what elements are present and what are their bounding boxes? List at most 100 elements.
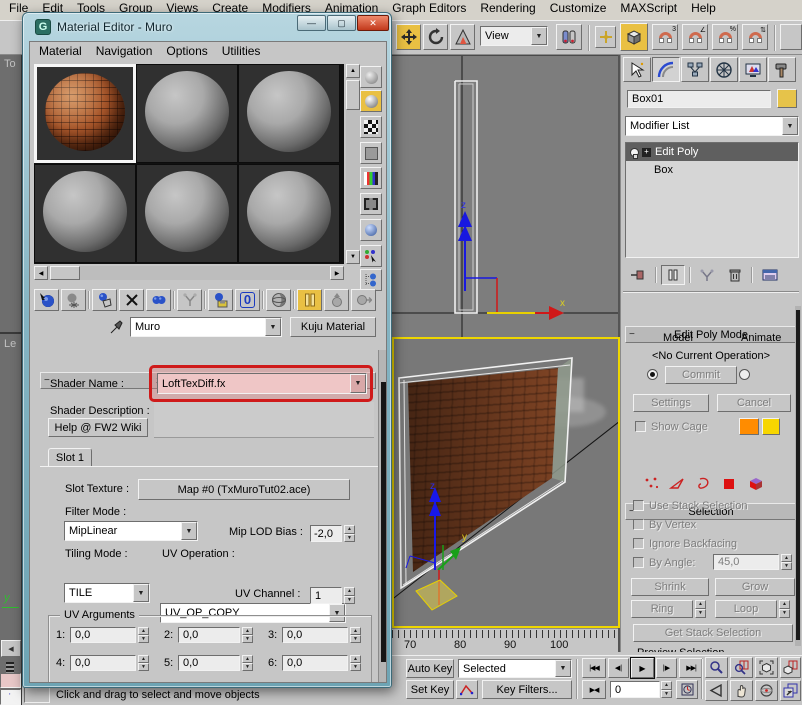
shader-name-dropdown[interactable]: LoftTexDiff.fx ▼ [157,373,367,394]
expand-plus-icon[interactable]: + [642,148,651,157]
commit-button[interactable]: Commit [665,366,737,384]
uv-arg-3-field[interactable]: 0,0 [282,627,348,643]
reset-map-button[interactable] [119,289,144,311]
sample-slot-muro[interactable] [34,64,136,163]
mip-lod-bias-field[interactable]: -2,0 [310,525,342,542]
show-end-result-button[interactable] [297,289,322,311]
timeline-ruler[interactable]: 70 80 90 100 [392,628,618,655]
uv-arg-1-field[interactable]: 0,0 [70,627,136,643]
zoom-button[interactable] [705,657,728,678]
background-button[interactable] [360,116,382,138]
sample-slot-3[interactable] [238,64,340,163]
menu-maxscript[interactable]: MAXScript [613,0,684,16]
loop-button[interactable]: Loop [715,600,777,618]
scroll-right-icon[interactable]: ▶ [330,266,344,280]
tab-modify[interactable] [652,57,680,82]
tiling-mode-dropdown[interactable]: TILE ▼ [64,583,150,603]
previous-frame-button[interactable]: ◀| [608,658,629,678]
radio-animate[interactable] [739,369,750,380]
modifier-list-dropdown[interactable]: Modifier List ▼ [625,116,799,136]
uv-arg-1-spinner[interactable]: ▲▼ [138,627,149,643]
polygon-subobject-icon[interactable] [721,476,738,491]
radio-model[interactable] [647,369,658,380]
material-type-button[interactable]: Kuju Material [290,317,376,337]
me-menu-utilities[interactable]: Utilities [215,43,268,61]
next-frame-button[interactable]: |▶ [656,658,677,678]
maxscript-mini-listener-white[interactable]: ' [0,689,21,705]
frame-spinner[interactable]: ▲▼ [661,681,672,698]
snaps-toggle-button[interactable] [620,23,648,51]
select-and-scale-button[interactable] [450,24,475,50]
min-max-toggle-button[interactable] [780,680,801,701]
use-pivot-point-center-button[interactable] [556,24,582,50]
chevron-down-icon[interactable]: ▼ [782,117,798,135]
me-menu-material[interactable]: Material [32,43,89,61]
by-angle-checkbox[interactable] [633,557,644,568]
use-stack-selection-checkbox[interactable] [633,500,644,511]
go-to-end-button[interactable]: ▶▶| [679,658,703,678]
command-panel-scrollbar[interactable] [795,306,801,646]
spinner-snap-button[interactable]: ⇅ [742,24,768,50]
menu-customize[interactable]: Customize [543,0,614,16]
zoom-extents-button[interactable] [755,657,778,678]
snap-toggle-3d-button[interactable]: 3 [652,24,678,50]
get-material-button[interactable] [34,289,59,311]
sample-slot-4[interactable] [34,164,136,263]
tab-hierarchy[interactable] [681,57,709,82]
play-button[interactable]: ▶ [631,658,654,678]
tab-create[interactable] [623,57,651,82]
spin-up-icon[interactable]: ▲ [661,681,672,690]
menu-graph-editors[interactable]: Graph Editors [385,0,473,16]
tab-display[interactable] [739,57,767,82]
backlight-button[interactable] [360,90,382,112]
maximize-button[interactable]: ▢ [327,15,356,31]
go-to-start-button[interactable]: |◀◀ [582,658,606,678]
uv-arg-6-spinner[interactable]: ▲▼ [350,655,361,671]
chevron-down-icon[interactable]: ▼ [265,318,281,336]
border-subobject-icon[interactable] [695,476,712,491]
chevron-down-icon[interactable]: ▼ [181,522,197,540]
uv-arg-3-spinner[interactable]: ▲▼ [350,627,361,643]
uv-arg-4-spinner[interactable]: ▲▼ [138,655,149,671]
set-key-button[interactable]: Set Key [406,680,454,699]
me-menu-navigation[interactable]: Navigation [89,43,160,61]
object-color-swatch[interactable] [777,89,797,108]
collapse-icon[interactable]: − [629,329,635,340]
sample-uv-tiling-button[interactable] [360,142,382,164]
slots-vscrollbar[interactable]: ▲ ▼ [346,64,360,264]
ignore-backfacing-checkbox[interactable] [633,538,644,549]
minimize-button[interactable]: — [297,15,326,31]
time-configuration-button[interactable] [676,680,698,699]
chevron-down-icon[interactable]: ▼ [531,27,547,45]
show-map-in-viewport-button[interactable] [266,289,291,311]
sample-slot-6[interactable] [238,164,340,263]
collapse-icon[interactable]: − [44,375,50,386]
uv-arg-5-field[interactable]: 0,0 [178,655,240,671]
scroll-left-icon[interactable]: ◀ [34,266,48,280]
cage-color-swatch[interactable] [739,418,759,435]
me-scrollbar-thumb[interactable] [381,382,386,662]
by-angle-field[interactable]: 45,0 [713,554,779,570]
stack-row-edit-poly[interactable]: + Edit Poly [626,143,798,161]
options-button[interactable] [360,219,382,241]
material-id-channel-button[interactable]: 0 [235,289,260,311]
make-preview-button[interactable] [360,193,382,215]
uv-channel-field[interactable]: 1 [310,587,342,604]
vertex-subobject-icon[interactable] [643,476,660,491]
maxscript-mini-listener-pink[interactable] [0,673,21,688]
transform-gizmo[interactable]: z y [394,339,618,626]
tab-motion[interactable] [710,57,738,82]
spin-down-icon[interactable]: ▼ [661,690,672,699]
chevron-down-icon[interactable]: ▼ [350,374,366,393]
ring-button[interactable]: Ring [631,600,693,618]
help-fw2-wiki-button[interactable]: Help @ FW2 Wiki [48,418,148,437]
viewport-perspective[interactable]: z y [392,337,620,628]
uv-arg-4-field[interactable]: 0,0 [70,655,136,671]
go-forward-to-sibling-button[interactable] [351,289,376,311]
ring-spinner[interactable]: ▲▼ [695,600,706,618]
vscroll-thumb[interactable] [346,80,360,110]
sample-type-button[interactable] [360,66,382,88]
selection-filter-dropdown[interactable]: Selected ▼ [458,659,572,678]
cage-selected-color-swatch[interactable] [762,418,780,435]
filter-mode-dropdown[interactable]: MipLinear ▼ [64,521,198,541]
